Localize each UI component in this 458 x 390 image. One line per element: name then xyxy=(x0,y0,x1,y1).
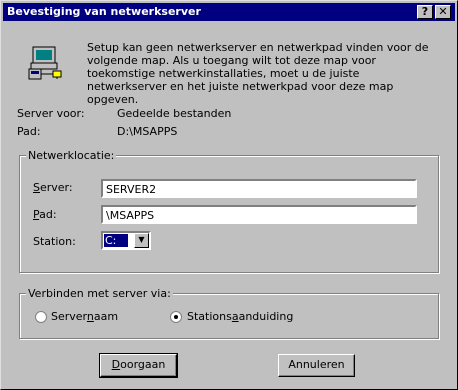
dialog-window: Bevestiging van netwerkserver ? ✕ Setup … xyxy=(0,0,458,390)
station-designation-label[interactable]: Stationsaanduiding xyxy=(187,310,293,323)
chevron-down-icon[interactable]: ▼ xyxy=(134,233,149,248)
server-field-label: Server: xyxy=(33,181,73,194)
station-designation-radio[interactable] xyxy=(170,311,182,323)
server-for-label: Server voor: xyxy=(17,107,85,120)
radio-selected-dot xyxy=(174,315,178,319)
server-input[interactable]: SERVER2 xyxy=(101,179,417,198)
server-for-value: Gedeelde bestanden xyxy=(117,107,232,120)
servername-radio[interactable] xyxy=(35,311,47,323)
path-input[interactable]: \MSAPPS xyxy=(101,205,417,224)
close-button[interactable]: ✕ xyxy=(435,5,451,19)
connect-via-title: Verbinden met server via: xyxy=(26,287,173,300)
station-label: Station: xyxy=(33,235,76,248)
station-dropdown[interactable]: C: ▼ xyxy=(101,231,151,250)
path-field-label: Pad: xyxy=(33,208,57,221)
help-button[interactable]: ? xyxy=(417,5,433,19)
network-location-title: Netwerklocatie: xyxy=(26,149,117,162)
window-title: Bevestiging van netwerkserver xyxy=(7,5,201,18)
servername-label[interactable]: Servernaam xyxy=(51,310,118,323)
path-value: D:\MSAPPS xyxy=(117,125,178,138)
network-computer-icon xyxy=(28,46,62,80)
path-label: Pad: xyxy=(17,125,41,138)
title-bar[interactable]: Bevestiging van netwerkserver ? ✕ xyxy=(3,3,455,21)
station-selected-value: C: xyxy=(103,233,129,248)
cancel-button[interactable]: Annuleren xyxy=(278,354,355,377)
continue-button[interactable]: Doorgaan xyxy=(99,353,178,378)
info-message: Setup kan geen netwerkserver en netwerkp… xyxy=(87,41,429,106)
